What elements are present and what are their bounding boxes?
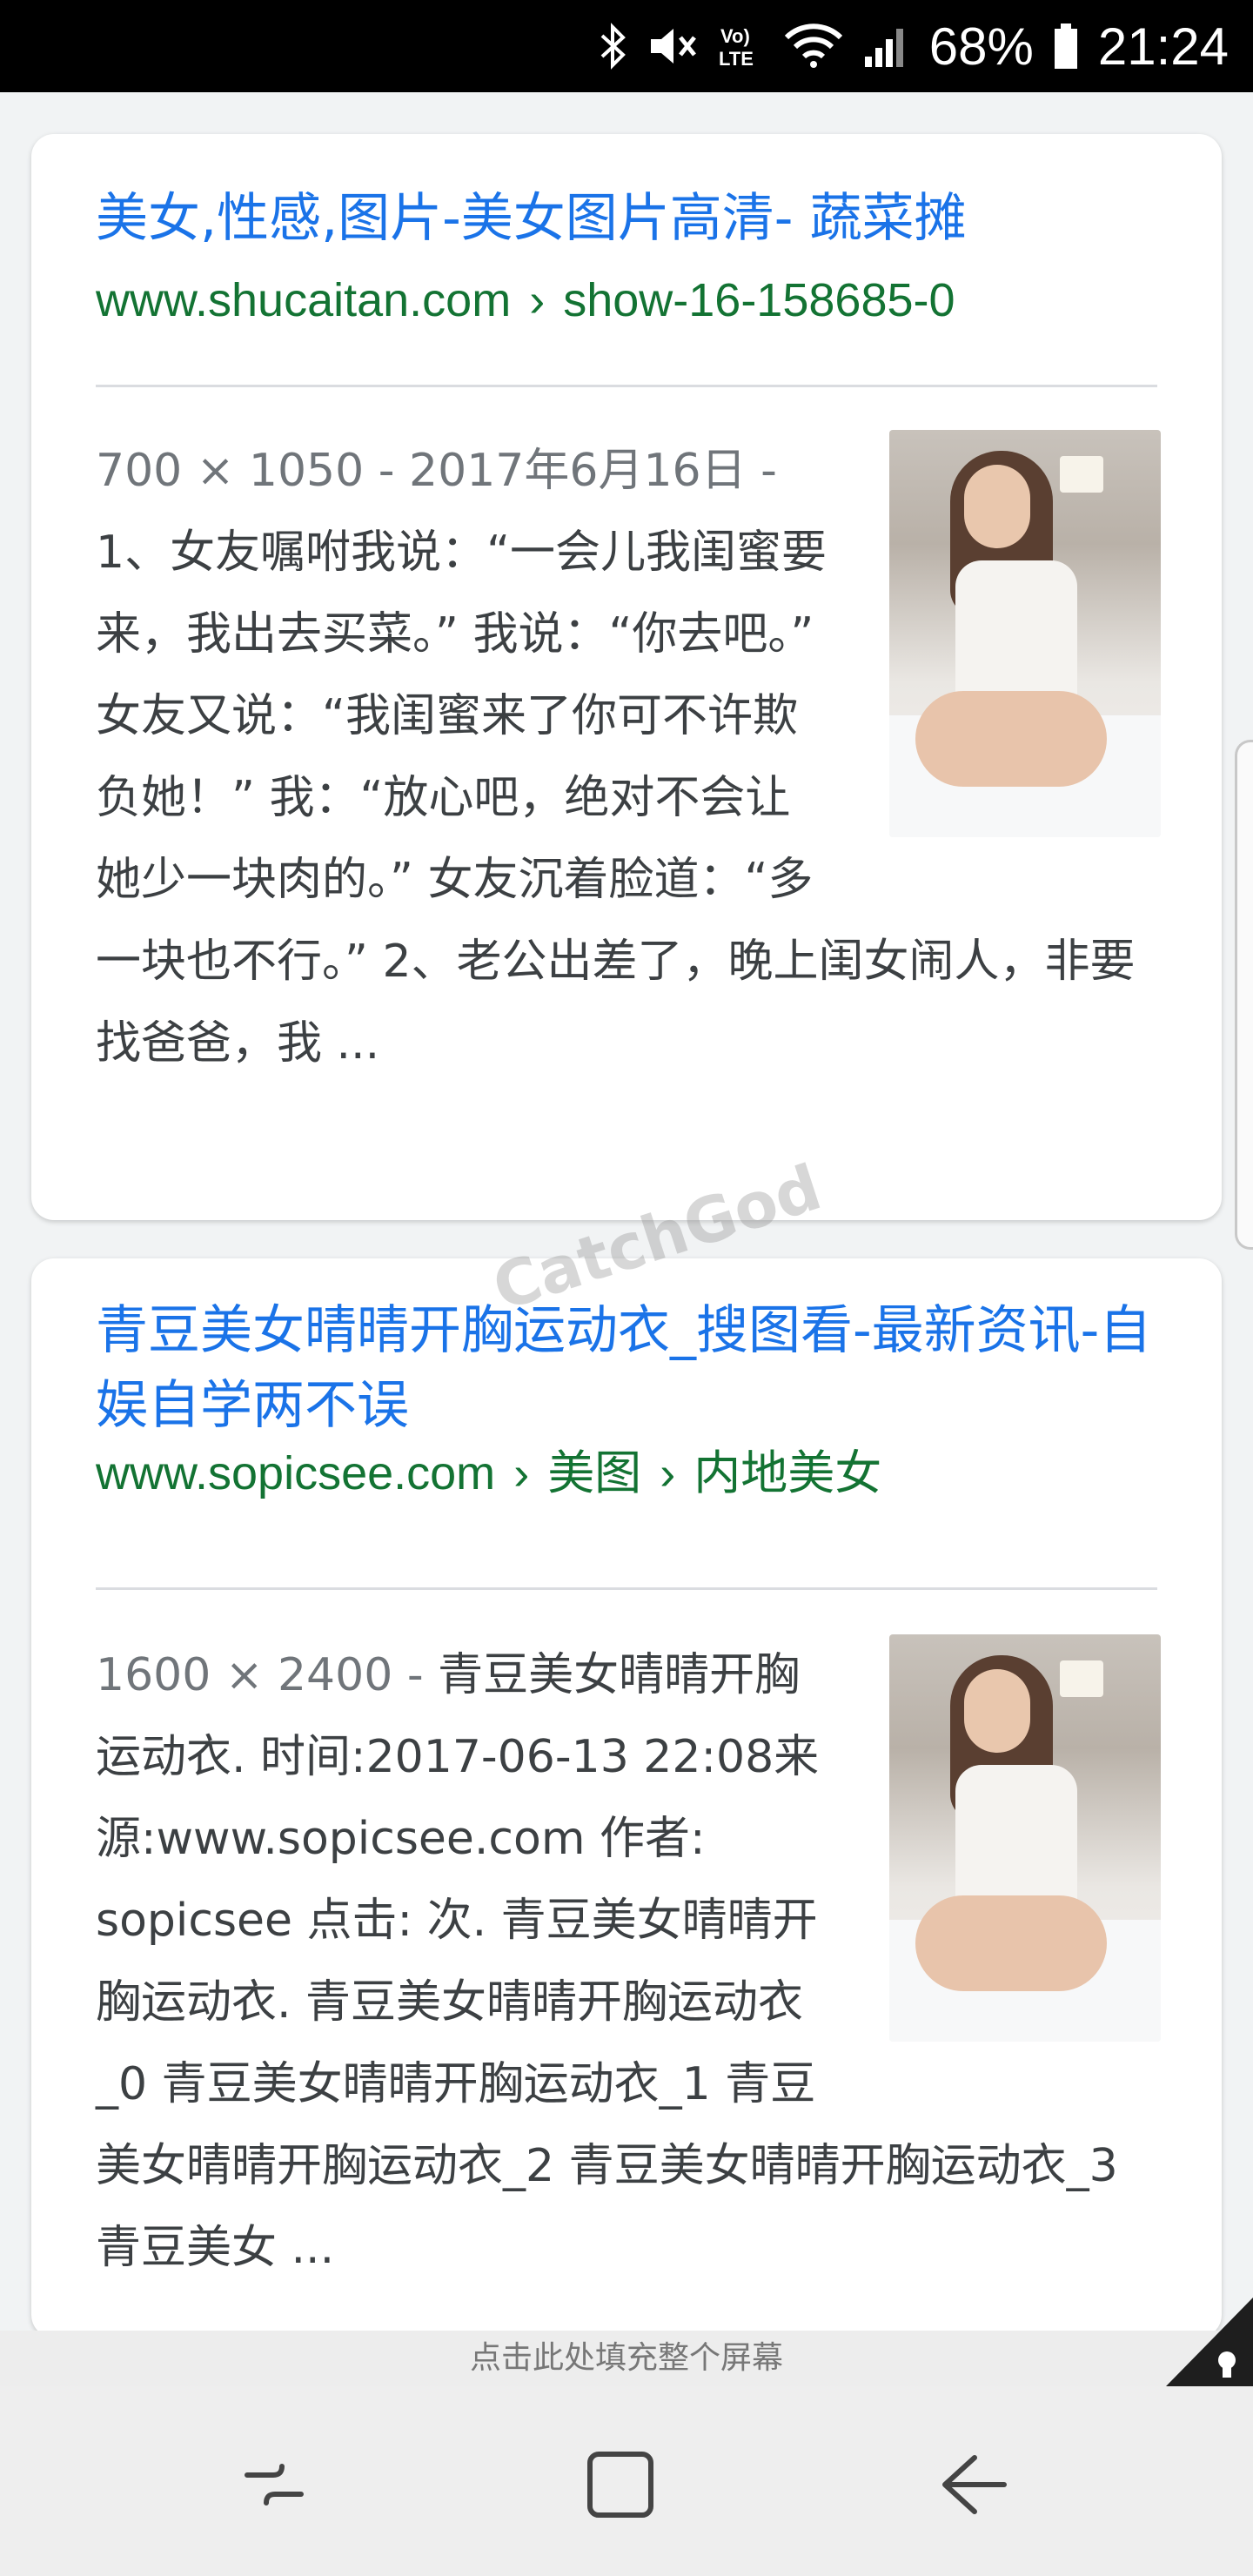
result-thumbnail[interactable] — [889, 1634, 1161, 2042]
result-title-link[interactable]: 美女,性感,图片-美女图片高清- 蔬菜摊 — [96, 181, 1157, 256]
divider — [96, 385, 1157, 387]
result-path: show-16-158685-0 — [563, 274, 955, 326]
bluetooth-icon — [599, 22, 628, 70]
result-path-2: 内地美女 — [694, 1447, 882, 1499]
home-icon[interactable] — [581, 2445, 660, 2524]
keyhole-corner-icon[interactable] — [1166, 2298, 1253, 2386]
result-path-1: 美图 — [547, 1447, 642, 1499]
signal-icon — [861, 23, 910, 69]
breadcrumb-separator: › — [513, 1447, 530, 1499]
result-meta: 700 × 1050 - 2017年6月16日 - — [96, 445, 777, 497]
svg-text:Vo): Vo) — [720, 25, 750, 47]
result-domain: www.shucaitan.com — [96, 274, 512, 326]
result-meta: 1600 × 2400 - — [96, 1649, 439, 1701]
svg-text:LTE: LTE — [719, 48, 754, 70]
search-result-card[interactable]: 青豆美女晴晴开胸运动衣_搜图看-最新资讯-自娱自学两不误 www.sopicse… — [31, 1258, 1222, 2338]
result-domain: www.sopicsee.com — [96, 1447, 496, 1499]
back-icon[interactable] — [933, 2445, 1011, 2524]
fill-screen-prompt[interactable]: 点击此处填充整个屏幕 — [0, 2331, 1253, 2386]
breadcrumb-separator: › — [660, 1447, 676, 1499]
result-thumbnail[interactable] — [889, 430, 1161, 837]
result-url[interactable]: www.sopicsee.com › 美图 › 内地美女 — [96, 1443, 1157, 1504]
wifi-icon — [784, 23, 842, 69]
result-title-link[interactable]: 青豆美女晴晴开胸运动衣_搜图看-最新资讯-自娱自学两不误 — [96, 1293, 1157, 1443]
navigation-bar — [0, 2386, 1253, 2576]
battery-icon — [1053, 22, 1079, 70]
recent-apps-icon[interactable] — [235, 2445, 313, 2524]
mute-icon — [647, 23, 698, 69]
status-bar: Vo) LTE 68% 21:24 — [0, 0, 1253, 92]
result-url[interactable]: www.shucaitan.com › show-16-158685-0 — [96, 270, 1157, 331]
breadcrumb-separator: › — [529, 274, 546, 326]
volte-icon: Vo) LTE — [717, 22, 766, 70]
search-result-card[interactable]: 美女,性感,图片-美女图片高清- 蔬菜摊 www.shucaitan.com ›… — [31, 134, 1222, 1220]
status-icons: Vo) LTE 68% 21:24 — [599, 0, 1229, 92]
divider — [96, 1587, 1157, 1590]
result-snippet: 1600 × 2400 - 青豆美女晴晴开胸运动衣. 时间:2017-06-13… — [96, 1634, 1161, 2289]
result-snippet: 700 × 1050 - 2017年6月16日 - 1、女友嘱咐我说：“一会儿我… — [96, 430, 1161, 1084]
edge-panel-handle[interactable] — [1235, 740, 1253, 1250]
battery-percent: 68% — [928, 17, 1034, 76]
clock: 21:24 — [1097, 17, 1229, 76]
